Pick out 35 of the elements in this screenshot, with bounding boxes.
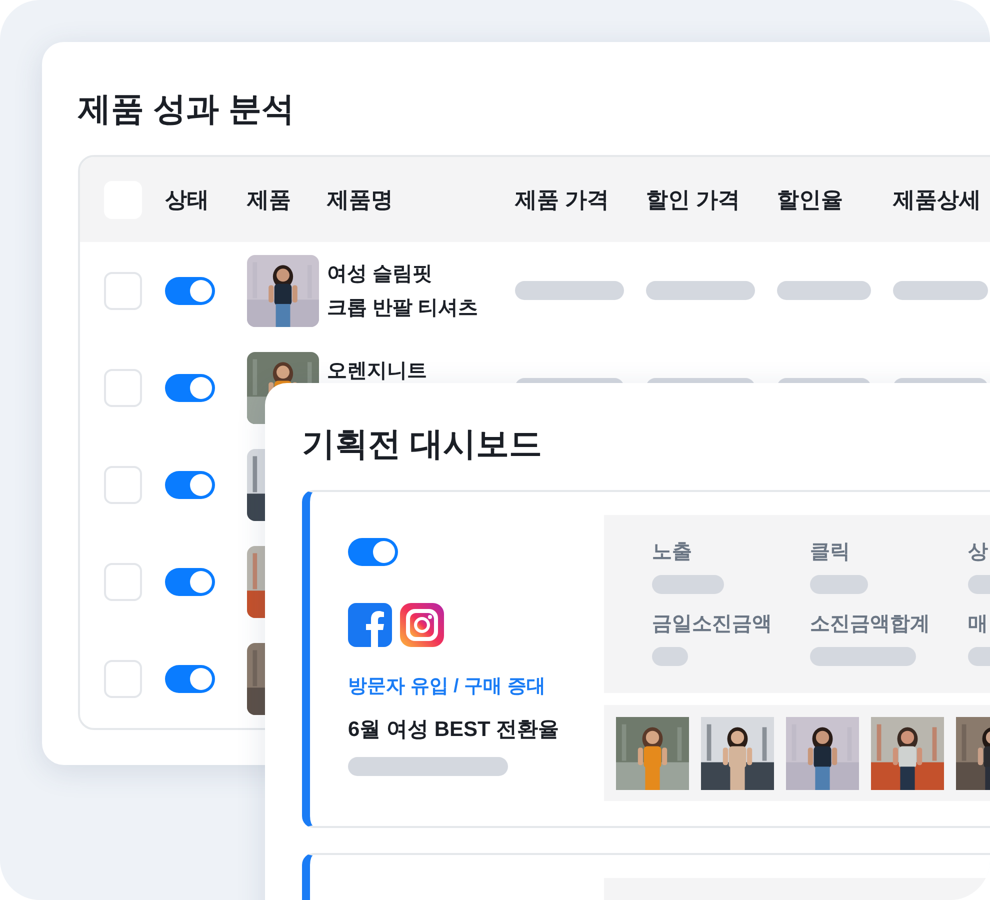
column-header: 할인 가격 [646, 186, 742, 214]
instagram-icon [400, 603, 444, 647]
checkbox[interactable] [104, 272, 142, 310]
metric-label: 클릭 [810, 540, 851, 565]
metric-label: 금일소진금액 [652, 612, 773, 637]
toggle-switch[interactable] [165, 664, 215, 692]
toggle-switch[interactable] [165, 470, 215, 498]
campaign-name: 6월 여성 BEST 전환율 [348, 716, 560, 742]
placeholder-bar [810, 575, 868, 594]
placeholder-bar [652, 647, 688, 666]
column-header: 제품 가격 [515, 186, 610, 214]
product-name: 오렌지니트 [327, 358, 428, 384]
toggle-switch[interactable] [165, 374, 215, 402]
panel-title: 제품 성과 분석 [78, 89, 296, 129]
checkbox[interactable] [104, 562, 142, 600]
panel-title: 기획전 대시보드 [302, 424, 544, 464]
checkbox[interactable] [104, 660, 142, 698]
column-header: 제품 [247, 186, 292, 214]
product-name: 여성 슬림핏 크롭 반팔 티셔츠 [327, 262, 480, 320]
column-header: 상태 [165, 186, 210, 214]
checkbox[interactable] [104, 368, 142, 406]
campaign-goal: 방문자 유입 / 구매 증대 [348, 675, 546, 699]
toggle-switch[interactable] [165, 568, 215, 596]
column-header: 제품상세 [893, 186, 982, 214]
metric-label: 소진금액합계 [810, 612, 931, 637]
facebook-icon [348, 603, 392, 647]
placeholder-bar [652, 575, 724, 594]
metric-label: 상 [968, 540, 989, 565]
checkbox[interactable] [104, 466, 142, 504]
metric-label: 매 [968, 612, 989, 637]
column-header: 제품명 [327, 186, 394, 214]
column-header: 할인율 [777, 186, 844, 214]
metric-label: 노출 [652, 540, 693, 565]
toggle-switch[interactable] [165, 276, 215, 304]
toggle-switch[interactable] [348, 538, 398, 566]
